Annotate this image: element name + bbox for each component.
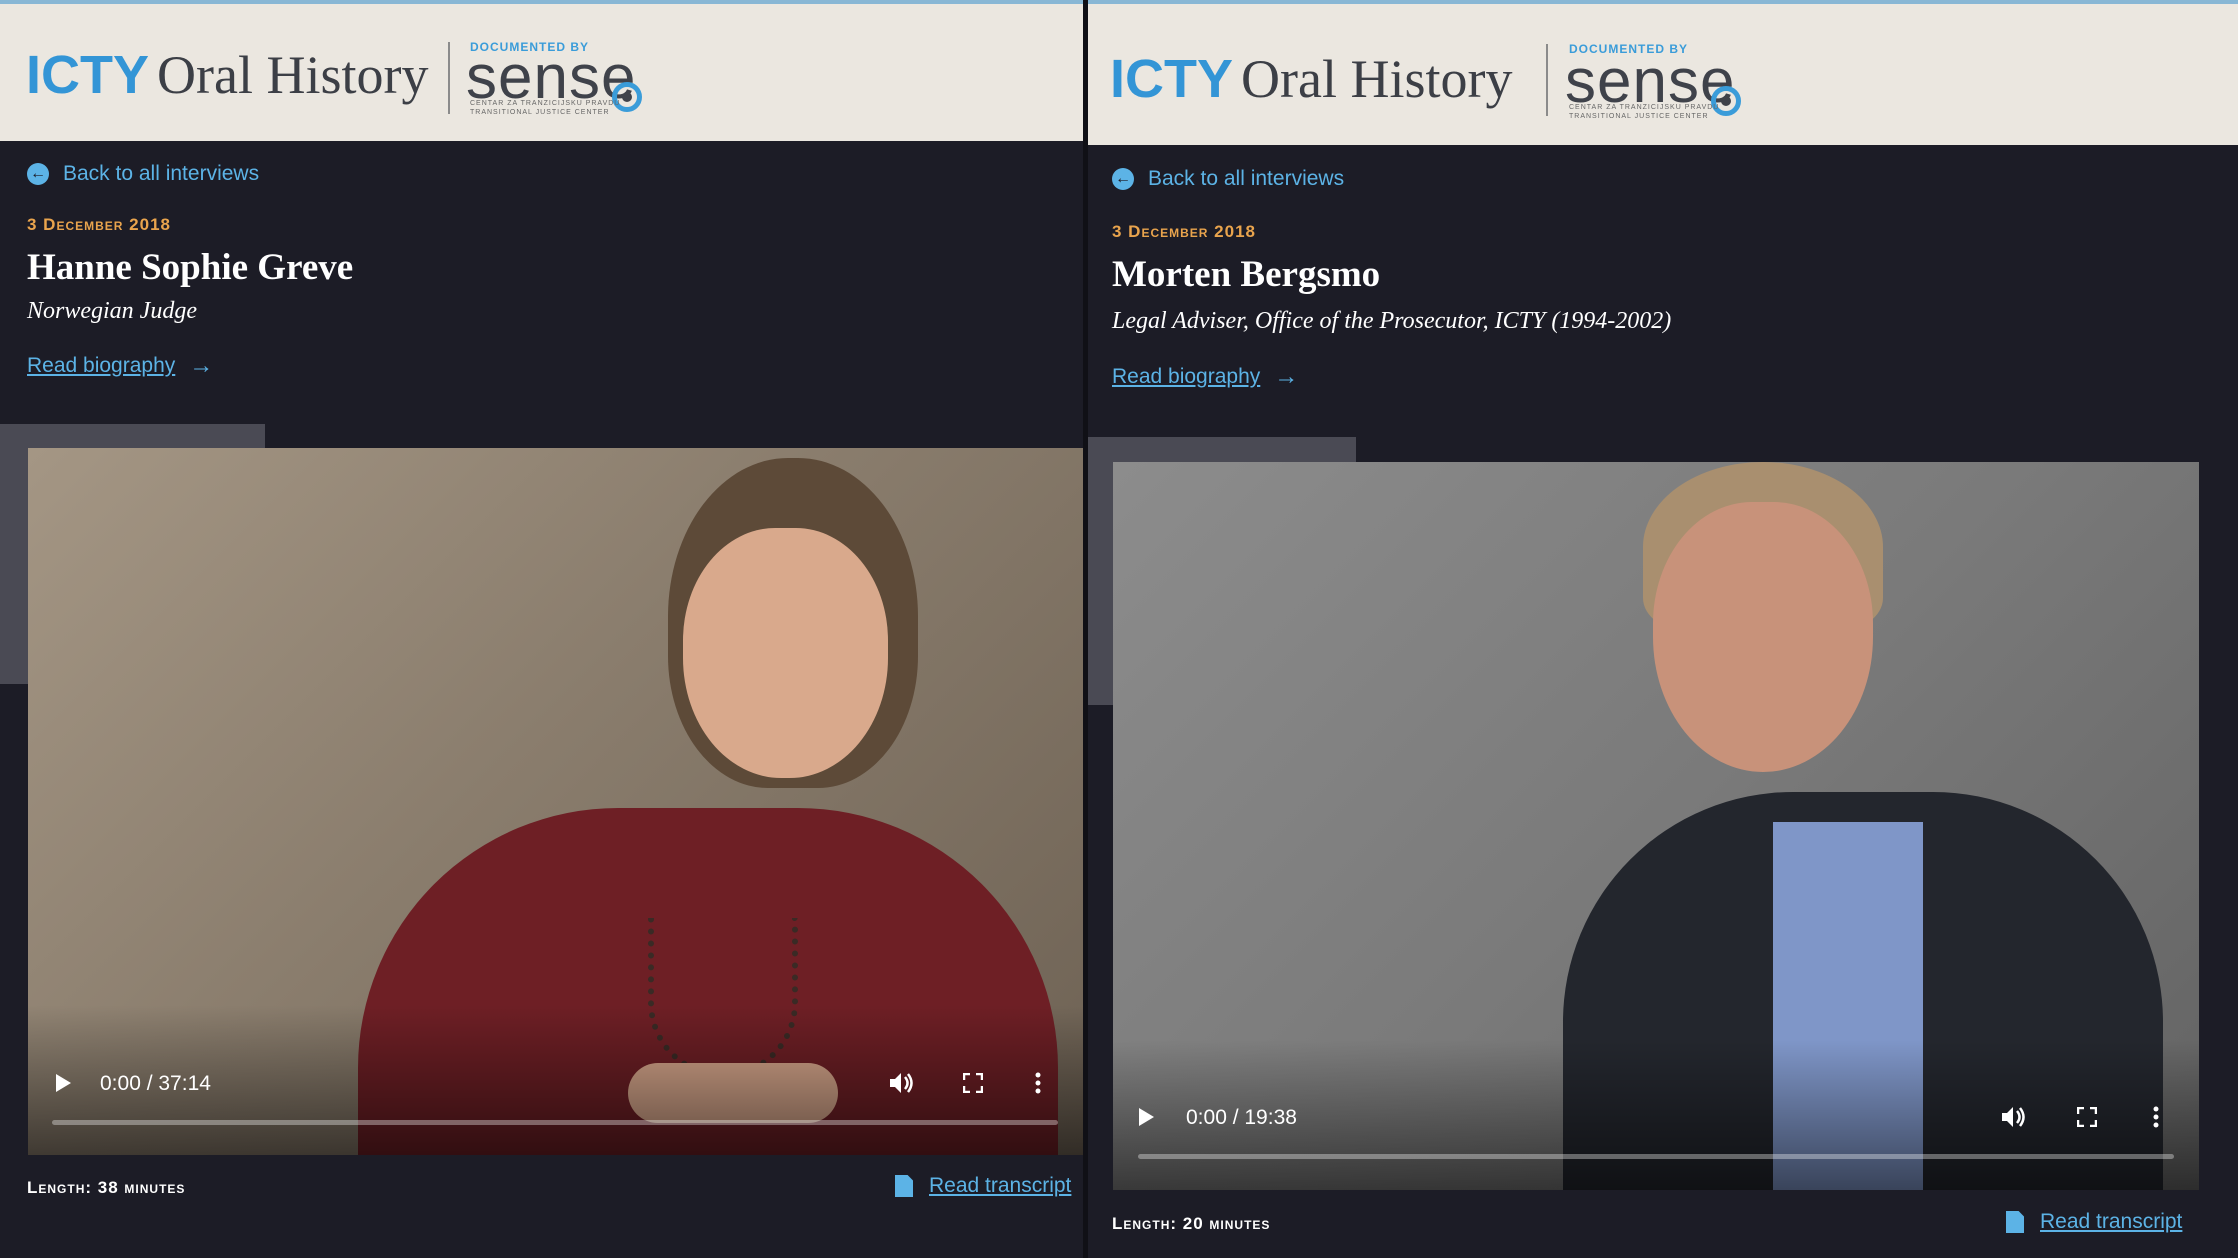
logo-icty: ICTY <box>1110 49 1234 109</box>
fullscreen-button[interactable] <box>958 1068 988 1098</box>
interviewee-name: Morten Bergsmo <box>1112 254 1381 295</box>
read-biography-label: Read biography <box>27 354 176 377</box>
play-icon <box>56 1074 71 1092</box>
arrow-left-circle-icon: ← <box>27 163 49 185</box>
logo-icty: ICTY <box>26 45 150 105</box>
video-progress-bar[interactable] <box>52 1120 1058 1125</box>
volume-button[interactable] <box>1996 1102 2030 1132</box>
sense-tagline-2: TRANSITIONAL JUSTICE CENTER <box>1569 113 1709 120</box>
fullscreen-button[interactable] <box>2072 1102 2102 1132</box>
video-time: 0:00 / 37:14 <box>100 1072 211 1095</box>
interviewee-role: Norwegian Judge <box>27 298 197 324</box>
arrow-right-icon: → <box>1274 363 1299 390</box>
sense-tagline-1: CENTAR ZA TRANZICIJSKU PRAVDU <box>470 100 621 107</box>
arrow-right-icon: → <box>189 352 214 379</box>
read-transcript-label: Read transcript <box>929 1174 1072 1197</box>
read-biography-link[interactable]: Read biography → <box>27 352 213 380</box>
video-time: 0:00 / 19:38 <box>1186 1106 1297 1129</box>
interview-date: 3 December 2018 <box>1112 222 1257 241</box>
more-vertical-icon <box>1035 1072 1041 1094</box>
read-biography-label: Read biography <box>1112 365 1261 388</box>
logo-separator <box>448 42 450 114</box>
volume-icon <box>890 1073 913 1093</box>
more-options-button[interactable] <box>1028 1068 1048 1098</box>
logo-oral-history: Oral History <box>1241 49 1513 109</box>
interview-date: 3 December 2018 <box>27 215 172 234</box>
video-player[interactable]: 0:00 / 37:14 <box>28 448 1083 1155</box>
fullscreen-icon <box>963 1073 983 1093</box>
site-logo[interactable]: ICTY Oral History <box>1110 48 1512 110</box>
arrow-left-circle-icon: ← <box>1112 168 1134 190</box>
back-label: Back to all interviews <box>63 162 260 185</box>
more-vertical-icon <box>2153 1106 2159 1128</box>
video-progress-bar[interactable] <box>1138 1154 2174 1159</box>
interviewee-name: Hanne Sophie Greve <box>27 247 354 288</box>
play-icon <box>1139 1108 1154 1126</box>
read-transcript-label: Read transcript <box>2040 1210 2183 1233</box>
back-label: Back to all interviews <box>1148 167 1345 190</box>
interview-length: Length: 20 minutes <box>1112 1214 1271 1233</box>
read-transcript-link[interactable]: Read transcript <box>895 1174 1071 1198</box>
play-button[interactable] <box>48 1068 78 1098</box>
interview-panel-left: ICTY Oral History DOCUMENTED BY sense CEN… <box>0 0 1083 1258</box>
video-player[interactable]: 0:00 / 19:38 <box>1113 462 2199 1190</box>
sense-tagline-2: TRANSITIONAL JUSTICE CENTER <box>470 109 610 116</box>
video-figure-face <box>683 528 888 778</box>
site-logo[interactable]: ICTY Oral History <box>26 44 428 106</box>
video-figure-face <box>1653 502 1873 772</box>
site-header: ICTY Oral History DOCUMENTED BY sense CEN… <box>1088 0 2238 145</box>
read-transcript-link[interactable]: Read transcript <box>2006 1210 2182 1234</box>
logo-oral-history: Oral History <box>157 45 429 105</box>
sense-ring-icon <box>612 82 642 112</box>
pdf-file-icon <box>2006 1211 2024 1233</box>
back-to-interviews-link[interactable]: ← Back to all interviews <box>1112 167 1344 191</box>
pdf-file-icon <box>895 1175 913 1197</box>
play-button[interactable] <box>1131 1102 1161 1132</box>
back-to-interviews-link[interactable]: ← Back to all interviews <box>27 162 259 186</box>
read-biography-link[interactable]: Read biography → <box>1112 363 1298 391</box>
interview-length: Length: 38 minutes <box>27 1178 186 1197</box>
sense-tagline-1: CENTAR ZA TRANZICIJSKU PRAVDU <box>1569 104 1720 111</box>
volume-icon <box>2002 1107 2025 1127</box>
sense-ring-icon <box>1711 86 1741 116</box>
volume-button[interactable] <box>884 1068 918 1098</box>
interviewee-role: Legal Adviser, Office of the Prosecutor,… <box>1112 308 1672 334</box>
site-header: ICTY Oral History DOCUMENTED BY sense CEN… <box>0 0 1083 141</box>
more-options-button[interactable] <box>2146 1102 2166 1132</box>
logo-separator <box>1546 44 1548 116</box>
interview-panel-right: ICTY Oral History DOCUMENTED BY sense CEN… <box>1088 0 2238 1258</box>
fullscreen-icon <box>2077 1107 2097 1127</box>
